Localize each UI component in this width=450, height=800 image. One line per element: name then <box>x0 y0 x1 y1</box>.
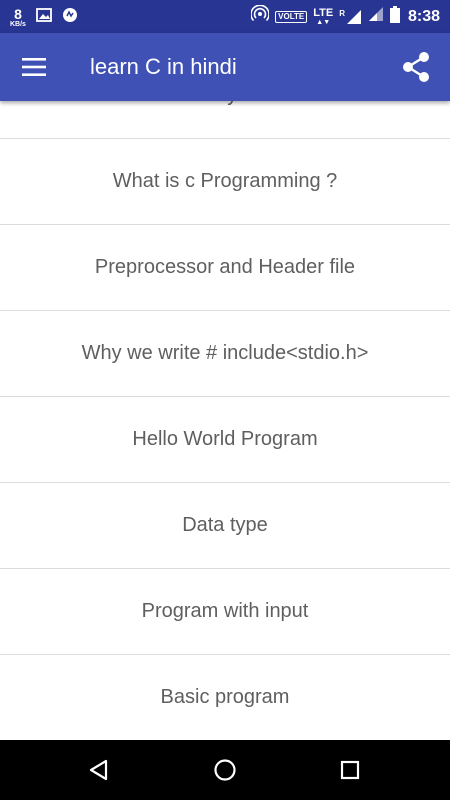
list-item-history[interactable]: History of c <box>0 101 450 139</box>
share-icon <box>403 52 429 82</box>
lte-indicator: LTE ▲▼ <box>313 6 334 26</box>
status-bar: 8 KB/s VOLTE LTE ▲▼ R 8:38 <box>0 0 450 33</box>
recents-icon <box>340 760 360 780</box>
gallery-icon <box>36 7 52 27</box>
volte-badge: VOLTE <box>275 10 308 23</box>
battery-icon <box>389 5 400 28</box>
home-button[interactable] <box>205 752 245 788</box>
page-title: learn C in hindi <box>90 54 237 79</box>
app-bar: learn C in hindi <box>0 33 450 101</box>
lte-label: LTE <box>313 6 334 19</box>
list-item-data-type[interactable]: Data type <box>0 483 450 569</box>
signal-icon-2 <box>368 6 384 27</box>
list-item-program-input[interactable]: Program with input <box>0 569 450 655</box>
list-item-include-stdio[interactable]: Why we write # include<stdio.h> <box>0 311 450 397</box>
topic-list[interactable]: History of c What is c Programming ? Pre… <box>0 101 450 740</box>
net-speed-indicator: 8 KB/s <box>10 7 26 28</box>
data-arrows-icon: ▲▼ <box>316 18 331 26</box>
list-item-preprocessor[interactable]: Preprocessor and Header file <box>0 225 450 311</box>
net-speed-value: 8 <box>14 5 22 22</box>
list-item-what-is-c[interactable]: What is c Programming ? <box>0 139 450 225</box>
list-item-hello-world[interactable]: Hello World Program <box>0 397 450 483</box>
back-button[interactable] <box>79 752 119 788</box>
back-icon <box>89 759 108 781</box>
hotspot-icon <box>250 4 270 28</box>
system-nav-bar <box>0 740 450 800</box>
roaming-signal: R <box>339 9 362 25</box>
signal-icon <box>346 9 361 24</box>
clock: 8:38 <box>407 7 440 25</box>
share-button[interactable] <box>396 47 436 87</box>
menu-button[interactable] <box>14 49 54 85</box>
recents-button[interactable] <box>330 752 370 788</box>
net-speed-unit: KB/s <box>10 20 26 28</box>
hamburger-menu-icon <box>22 58 46 76</box>
list-item-basic-program[interactable]: Basic program <box>0 655 450 740</box>
sync-app-icon <box>62 7 78 28</box>
home-icon <box>214 759 236 781</box>
roaming-label: R <box>339 8 345 18</box>
